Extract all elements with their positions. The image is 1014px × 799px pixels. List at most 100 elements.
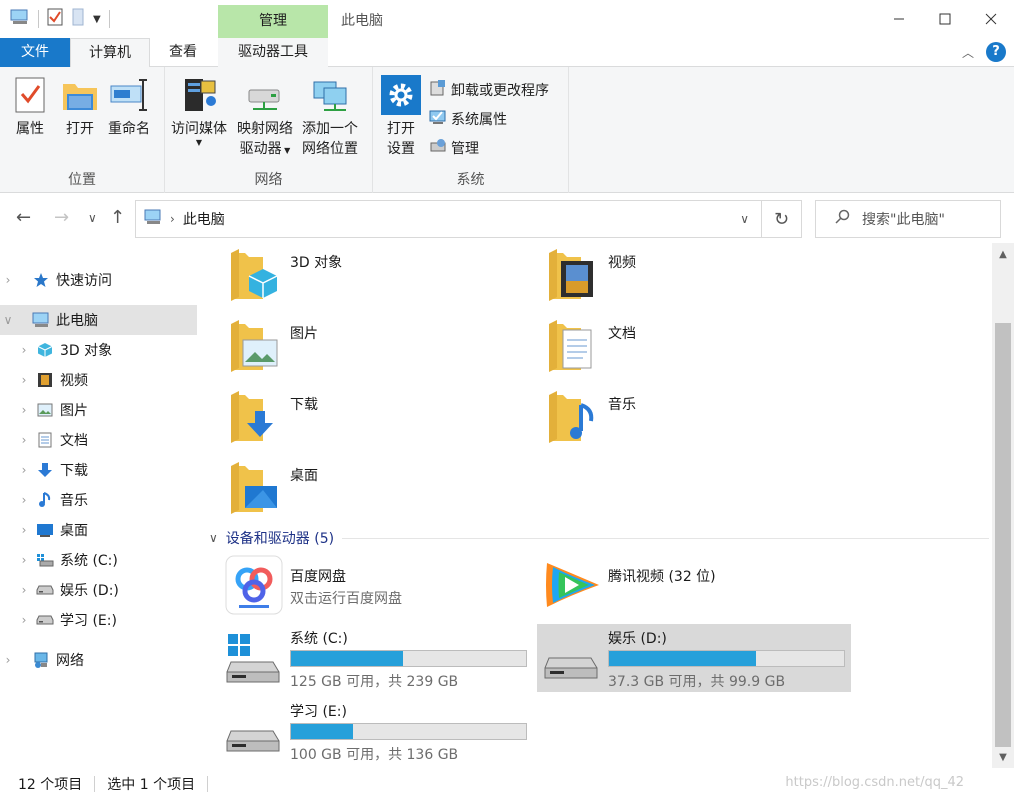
chevron-right-icon[interactable]: › (16, 343, 32, 357)
scroll-down-arrow-icon[interactable]: ▼ (992, 748, 1014, 768)
nav-item-desktop[interactable]: › 桌面 (0, 515, 197, 545)
nav-item-drive-e[interactable]: › 学习 (E:) (0, 605, 197, 635)
uninstall-label: 卸载或更改程序 (451, 83, 549, 99)
chevron-right-icon[interactable]: › (16, 463, 32, 477)
system-drive-icon (225, 632, 281, 688)
nav-label: 桌面 (60, 523, 88, 539)
system-properties-button[interactable]: 系统属性 (429, 108, 507, 130)
folder-music[interactable]: 音乐 (523, 385, 823, 447)
maximize-button[interactable] (922, 0, 968, 38)
address-dropdown-chevron-icon[interactable]: ∨ (740, 212, 749, 226)
toolbar-separator (108, 10, 110, 28)
vertical-scrollbar[interactable]: ▲ ▼ (992, 243, 1014, 775)
map-network-drive-button[interactable]: 映射网络 驱动器 ▼ (237, 75, 293, 161)
drive-e[interactable]: 学习 (E:) 100 GB 可用，共 136 GB (205, 697, 527, 765)
open-folder-icon (60, 75, 100, 115)
tab-file[interactable]: 文件 (0, 38, 70, 67)
breadcrumb-this-pc[interactable]: 此电脑 (183, 209, 225, 229)
cube-3d-icon (36, 341, 54, 359)
nav-item-videos[interactable]: › 视频 (0, 365, 197, 395)
nav-label: 网络 (56, 653, 84, 669)
rename-label: 重命名 (108, 121, 150, 137)
folder-label: 3D 对象 (290, 255, 343, 271)
nav-item-3d-objects[interactable]: › 3D 对象 (0, 335, 197, 365)
nav-item-downloads[interactable]: › 下载 (0, 455, 197, 485)
chevron-right-icon[interactable]: › (16, 433, 32, 447)
search-input[interactable]: 搜索"此电脑" (815, 200, 1001, 238)
network-drive-icon (245, 75, 285, 115)
folder-3d-objects[interactable]: 3D 对象 (205, 243, 505, 305)
folder-pictures[interactable]: 图片 (205, 314, 505, 376)
customize-dropdown-icon[interactable]: ▼ (93, 14, 101, 25)
open-settings-button[interactable]: 打开 设置 (381, 75, 421, 159)
breadcrumb-separator-icon[interactable]: › (170, 212, 175, 226)
chevron-right-icon[interactable]: › (0, 653, 16, 667)
chevron-right-icon[interactable]: › (16, 373, 32, 387)
drive-d-usage-bar (608, 650, 845, 667)
folder-desktop[interactable]: 桌面 (205, 456, 505, 518)
address-bar[interactable]: › 此电脑 ∨ (135, 200, 762, 238)
properties-button[interactable]: 属性 (10, 75, 50, 139)
new-folder-icon[interactable] (71, 8, 85, 30)
scrollbar-thumb[interactable] (995, 323, 1011, 747)
nav-item-documents[interactable]: › 文档 (0, 425, 197, 455)
folder-videos[interactable]: 视频 (523, 243, 823, 305)
chevron-right-icon[interactable]: › (16, 613, 32, 627)
folder-downloads[interactable]: 下载 (205, 385, 505, 447)
music-note-icon (36, 491, 54, 509)
group-label-network: 网络 (254, 172, 283, 188)
properties-check-icon[interactable] (47, 8, 63, 30)
tab-computer[interactable]: 计算机 (70, 38, 150, 68)
drive-c-usage-fill (291, 651, 404, 666)
nav-item-network[interactable]: › 网络 (0, 645, 197, 675)
up-arrow-icon[interactable]: ↑ (110, 207, 125, 228)
chevron-down-icon[interactable]: ∨ (0, 313, 16, 327)
access-media-button[interactable]: 访问媒体 ▼ (171, 75, 227, 147)
chevron-right-icon[interactable]: › (0, 273, 16, 287)
open-button[interactable]: 打开 (60, 75, 100, 139)
scroll-up-arrow-icon[interactable]: ▲ (992, 245, 1014, 265)
uninstall-programs-button[interactable]: 卸载或更改程序 (429, 79, 549, 101)
nav-item-music[interactable]: › 音乐 (0, 485, 197, 515)
collapse-ribbon-icon[interactable]: ︿ (962, 44, 974, 61)
folder-label: 图片 (290, 326, 318, 342)
help-icon[interactable]: ? (986, 42, 1006, 62)
baidu-name: 百度网盘 (290, 569, 346, 585)
nav-item-pictures[interactable]: › 图片 (0, 395, 197, 425)
back-arrow-icon[interactable]: ← (16, 207, 31, 228)
recent-locations-chevron-icon[interactable]: ∨ (88, 211, 97, 225)
chevron-down-icon[interactable]: ∨ (209, 531, 218, 545)
devices-group-header[interactable]: ∨ 设备和驱动器 (5) (209, 528, 989, 548)
computer-icon[interactable] (10, 8, 30, 30)
drive-c-name: 系统 (C:) (290, 631, 348, 647)
chevron-right-icon[interactable]: › (16, 523, 32, 537)
folder-pictures-icon (229, 318, 279, 372)
nav-item-drive-d[interactable]: › 娱乐 (D:) (0, 575, 197, 605)
nav-item-quick-access[interactable]: › 快速访问 (0, 265, 197, 295)
folder-videos-icon (547, 247, 597, 301)
dropdown-arrow-icon: ▼ (195, 138, 203, 147)
forward-arrow-icon[interactable]: → (54, 207, 69, 228)
tab-view[interactable]: 查看 (150, 38, 216, 67)
folder-documents[interactable]: 文档 (523, 314, 823, 376)
context-tab-manage[interactable]: 管理 (218, 5, 328, 38)
tab-drive-tools[interactable]: 驱动器工具 (218, 38, 328, 67)
chevron-right-icon[interactable]: › (16, 493, 32, 507)
chevron-right-icon[interactable]: › (16, 553, 32, 567)
nav-item-this-pc[interactable]: ∨ 此电脑 (0, 305, 197, 335)
app-tencent-video[interactable]: 腾讯视频 (32 位) (523, 553, 837, 619)
close-button[interactable] (968, 0, 1014, 38)
nav-label: 此电脑 (56, 313, 98, 329)
app-baidu-netdisk[interactable]: 百度网盘 双击运行百度网盘 (205, 553, 519, 619)
hard-drive-icon (225, 705, 281, 761)
refresh-button[interactable]: ↻ (762, 200, 802, 238)
add-network-location-button[interactable]: 添加一个 网络位置 (302, 75, 358, 159)
rename-button[interactable]: 重命名 (108, 75, 150, 139)
chevron-right-icon[interactable]: › (16, 583, 32, 597)
drive-c[interactable]: 系统 (C:) 125 GB 可用，共 239 GB (205, 624, 527, 692)
minimize-button[interactable] (876, 0, 922, 38)
manage-button[interactable]: 管理 (429, 137, 479, 159)
nav-item-drive-c[interactable]: › 系统 (C:) (0, 545, 197, 575)
chevron-right-icon[interactable]: › (16, 403, 32, 417)
drive-d[interactable]: 娱乐 (D:) 37.3 GB 可用，共 99.9 GB (537, 624, 851, 692)
